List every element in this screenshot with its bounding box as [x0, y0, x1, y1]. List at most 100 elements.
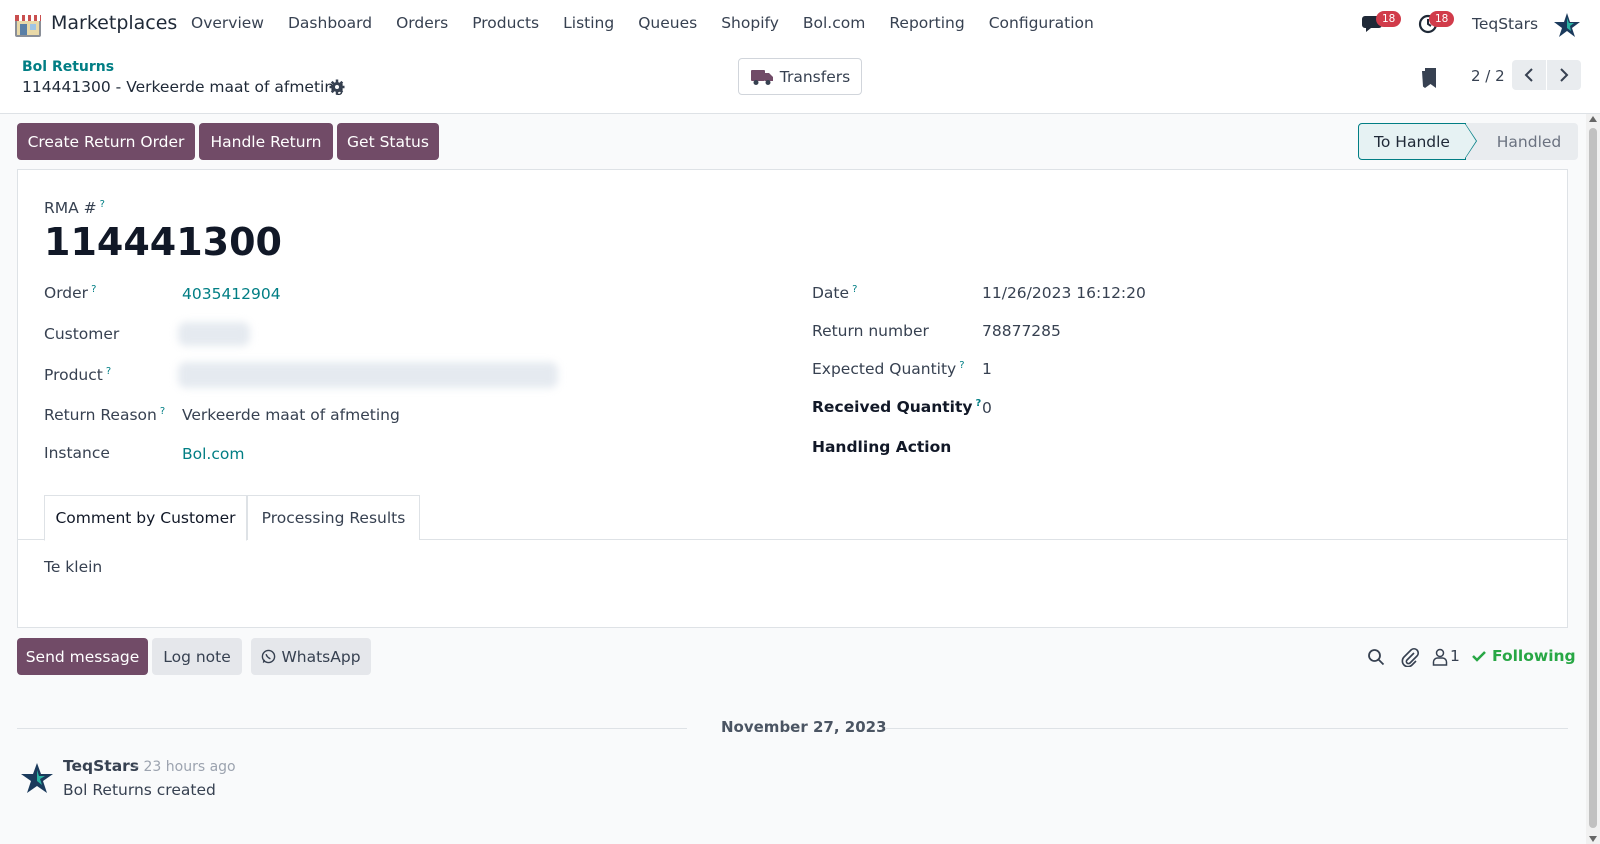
return-number-value: 78877285: [982, 322, 1061, 340]
menu-bolcom[interactable]: Bol.com: [803, 14, 865, 32]
whatsapp-label: WhatsApp: [281, 647, 361, 666]
message-author[interactable]: TeqStars: [63, 757, 139, 775]
date-separator-text: November 27, 2023: [721, 718, 887, 736]
company-switcher[interactable]: TeqStars: [1472, 15, 1538, 33]
order-label-text: Order: [44, 284, 89, 303]
pager-next-button[interactable]: [1547, 60, 1581, 90]
send-message-button[interactable]: Send message: [17, 638, 148, 675]
product-label-text: Product: [44, 366, 103, 385]
order-label: Order?: [44, 284, 96, 302]
author-avatar-star-icon[interactable]: [20, 762, 54, 796]
help-icon[interactable]: ?: [100, 199, 105, 210]
return-reason-value: Verkeerde maat of afmeting: [182, 406, 400, 424]
menu-queues[interactable]: Queues: [638, 14, 697, 32]
stage-to-handle-label: To Handle: [1374, 132, 1450, 151]
menu-shopify[interactable]: Shopify: [721, 14, 779, 32]
date-label: Date?: [812, 284, 857, 302]
help-icon[interactable]: ?: [91, 284, 96, 295]
stage-to-handle[interactable]: To Handle: [1358, 123, 1477, 160]
activities-badge: 18: [1429, 11, 1455, 27]
log-note-button[interactable]: Log note: [152, 638, 242, 675]
product-value-redacted[interactable]: [178, 362, 558, 388]
chevron-right-icon: [1560, 68, 1569, 82]
help-icon[interactable]: ?: [976, 398, 982, 409]
date-separator: November 27, 2023: [17, 716, 1568, 740]
pager-previous-button[interactable]: [1512, 60, 1546, 90]
menu-listing[interactable]: Listing: [563, 14, 614, 32]
menu-products[interactable]: Products: [472, 14, 539, 32]
tab-comment-by-customer[interactable]: Comment by Customer: [44, 495, 247, 541]
expected-quantity-label: Expected Quantity?: [812, 360, 965, 378]
create-return-order-button[interactable]: Create Return Order: [17, 123, 195, 160]
rma-number: 114441300: [44, 220, 282, 264]
truck-icon: [750, 69, 773, 85]
separator-line-left: [17, 728, 687, 729]
scroll-thumb[interactable]: [1589, 128, 1597, 828]
whatsapp-button[interactable]: WhatsApp: [251, 638, 371, 675]
user-avatar-star-icon[interactable]: [1553, 12, 1581, 38]
handle-return-button[interactable]: Handle Return: [199, 123, 333, 160]
following-label: Following: [1492, 647, 1576, 665]
product-label: Product?: [44, 366, 111, 384]
marketplace-app-icon[interactable]: [14, 11, 42, 39]
return-reason-label-text: Return Reason: [44, 406, 157, 425]
order-link[interactable]: 4035412904: [182, 285, 281, 303]
menu-dashboard[interactable]: Dashboard: [288, 14, 372, 32]
whatsapp-icon: [262, 649, 276, 664]
message-body: Bol Returns created: [63, 781, 216, 799]
menu-configuration[interactable]: Configuration: [989, 14, 1094, 32]
expected-quantity-value: 1: [982, 360, 992, 378]
message-time: - 23 hours ago: [134, 759, 236, 775]
instance-label: Instance: [44, 444, 110, 462]
search-icon[interactable]: [1367, 648, 1385, 666]
date-value: 11/26/2023 16:12:20: [982, 284, 1146, 302]
separator-line-right: [885, 728, 1568, 729]
form-sheet: RMA #? 114441300 Order? 4035412904 Custo…: [17, 169, 1568, 628]
help-icon[interactable]: ?: [106, 366, 111, 377]
customer-comment-text: Te klein: [44, 558, 103, 576]
page-scrollbar[interactable]: [1586, 114, 1600, 844]
customer-value-redacted[interactable]: [178, 322, 250, 346]
transfers-label: Transfers: [779, 67, 851, 86]
notebook-tabs: Comment by Customer Processing Results: [18, 495, 1567, 541]
following-button[interactable]: Following: [1472, 647, 1576, 665]
help-icon[interactable]: ?: [959, 360, 964, 371]
tab-processing-results[interactable]: Processing Results: [247, 495, 420, 540]
transfers-smart-button[interactable]: Transfers: [738, 58, 862, 95]
control-panel: Bol Returns 114441300 - Verkeerde maat o…: [0, 48, 1600, 114]
return-number-label: Return number: [812, 322, 929, 340]
return-reason-label: Return Reason?: [44, 406, 165, 424]
gear-icon[interactable]: [329, 79, 345, 95]
chevron-left-icon: [1524, 68, 1533, 82]
app-name[interactable]: Marketplaces: [51, 12, 177, 34]
top-navbar: Marketplaces Overview Dashboard Orders P…: [0, 0, 1600, 48]
stage-handled[interactable]: Handled: [1466, 123, 1578, 160]
received-quantity-label: Received Quantity?: [812, 398, 981, 416]
date-label-text: Date: [812, 284, 850, 303]
rma-label-text: RMA #: [44, 199, 97, 218]
handling-action-label: Handling Action: [812, 438, 952, 456]
received-quantity-value[interactable]: 0: [982, 399, 992, 417]
followers-user-icon[interactable]: [1432, 648, 1448, 666]
checkmark-icon: [1472, 651, 1486, 662]
menu-overview[interactable]: Overview: [191, 14, 264, 32]
help-icon[interactable]: ?: [160, 406, 165, 417]
paperclip-icon[interactable]: [1400, 647, 1420, 667]
menu-reporting[interactable]: Reporting: [889, 14, 964, 32]
stage-handled-label: Handled: [1496, 132, 1562, 151]
menu-orders[interactable]: Orders: [396, 14, 448, 32]
scroll-up-arrow-icon[interactable]: [1589, 116, 1597, 122]
main-menu: Overview Dashboard Orders Products Listi…: [191, 14, 1118, 32]
messages-badge: 18: [1376, 11, 1402, 27]
get-status-button[interactable]: Get Status: [337, 123, 439, 160]
expected-quantity-label-text: Expected Quantity: [812, 360, 957, 379]
pager-value[interactable]: 2 / 2: [1471, 67, 1505, 85]
scroll-down-arrow-icon[interactable]: [1589, 836, 1597, 842]
bookmark-icon[interactable]: [1421, 67, 1437, 89]
customer-label: Customer: [44, 325, 120, 343]
followers-count[interactable]: 1: [1450, 647, 1460, 665]
help-icon[interactable]: ?: [852, 284, 857, 295]
breadcrumb-parent[interactable]: Bol Returns: [22, 59, 114, 75]
instance-link[interactable]: Bol.com: [182, 445, 244, 463]
received-quantity-label-text: Received Quantity: [812, 398, 973, 417]
